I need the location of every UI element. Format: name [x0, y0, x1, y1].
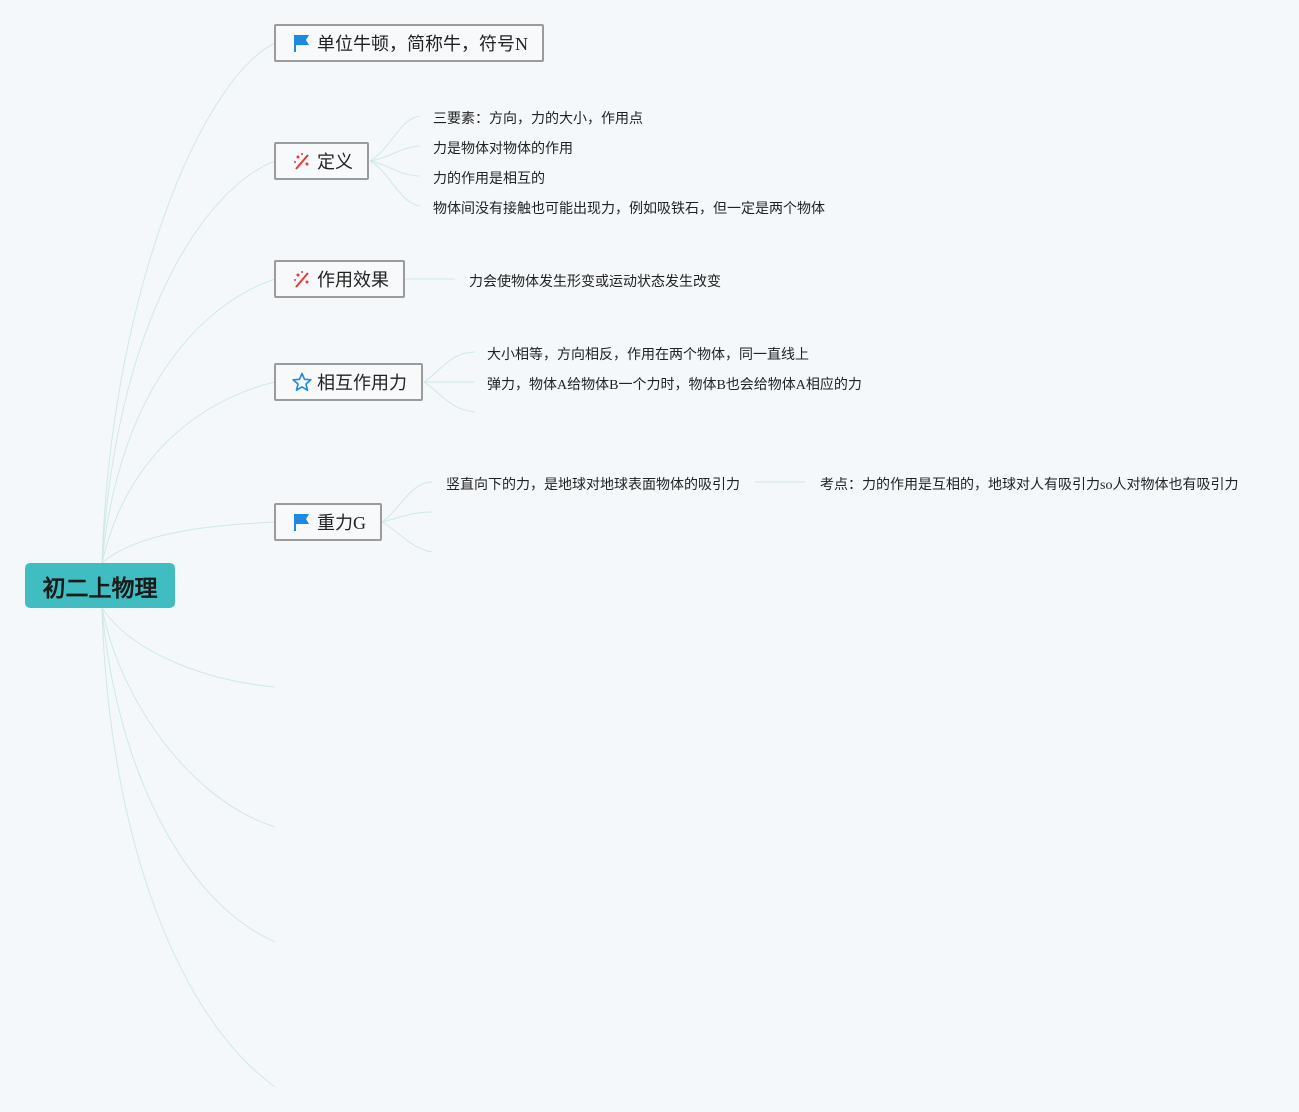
topic-gravity[interactable]: 重力G [274, 503, 382, 541]
central-topic-label: 初二上物理 [42, 575, 158, 602]
topic-definition[interactable]: 定义 [274, 142, 369, 180]
subtopic[interactable]: 力是物体对物体的作用 [433, 138, 573, 158]
topic-label: 重力G [317, 513, 366, 533]
sparkle-icon [292, 151, 312, 171]
star-icon [292, 372, 312, 392]
connector-lines [101, 42, 805, 1088]
subtopic-note[interactable]: 考点：力的作用是互相的，地球对人有吸引力so人对物体也有吸引力 [820, 474, 1238, 494]
subtopic[interactable]: 三要素：方向，力的大小，作用点 [433, 108, 643, 128]
subtopic[interactable]: 大小相等，方向相反，作用在两个物体，同一直线上 [487, 344, 809, 364]
subtopic[interactable]: 竖直向下的力，是地球对地球表面物体的吸引力 [446, 474, 740, 494]
sparkle-icon [292, 269, 312, 289]
topic-label: 作用效果 [317, 270, 389, 290]
topic-label: 定义 [317, 152, 353, 172]
subtopic[interactable]: 力的作用是相互的 [433, 168, 545, 188]
subtopic[interactable]: 弹力，物体A给物体B一个力时，物体B也会给物体A相应的力 [487, 374, 862, 394]
topic-label: 单位牛顿，简称牛，符号N [317, 34, 528, 54]
flag-icon [292, 512, 312, 532]
subtopic[interactable]: 物体间没有接触也可能出现力，例如吸铁石，但一定是两个物体 [433, 198, 825, 218]
central-topic[interactable]: 初二上物理 [25, 563, 175, 608]
topic-effect[interactable]: 作用效果 [274, 260, 405, 298]
topic-unit[interactable]: 单位牛顿，简称牛，符号N [274, 24, 544, 62]
subtopic[interactable]: 力会使物体发生形变或运动状态发生改变 [469, 271, 721, 291]
topic-interaction-force[interactable]: 相互作用力 [274, 363, 423, 401]
flag-icon [292, 33, 312, 53]
topic-label: 相互作用力 [317, 373, 407, 393]
